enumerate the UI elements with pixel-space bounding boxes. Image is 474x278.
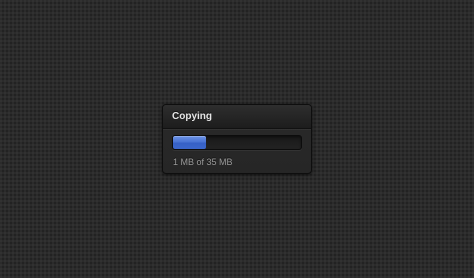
progress-bar xyxy=(172,135,302,150)
progress-bar-fill xyxy=(173,136,207,149)
progress-status-text: 1 MB of 35 MB xyxy=(173,157,233,167)
dialog-title: Copying xyxy=(172,111,212,122)
copy-progress-dialog: Copying 1 MB of 35 MB xyxy=(162,104,312,174)
dialog-header: Copying xyxy=(163,105,311,129)
